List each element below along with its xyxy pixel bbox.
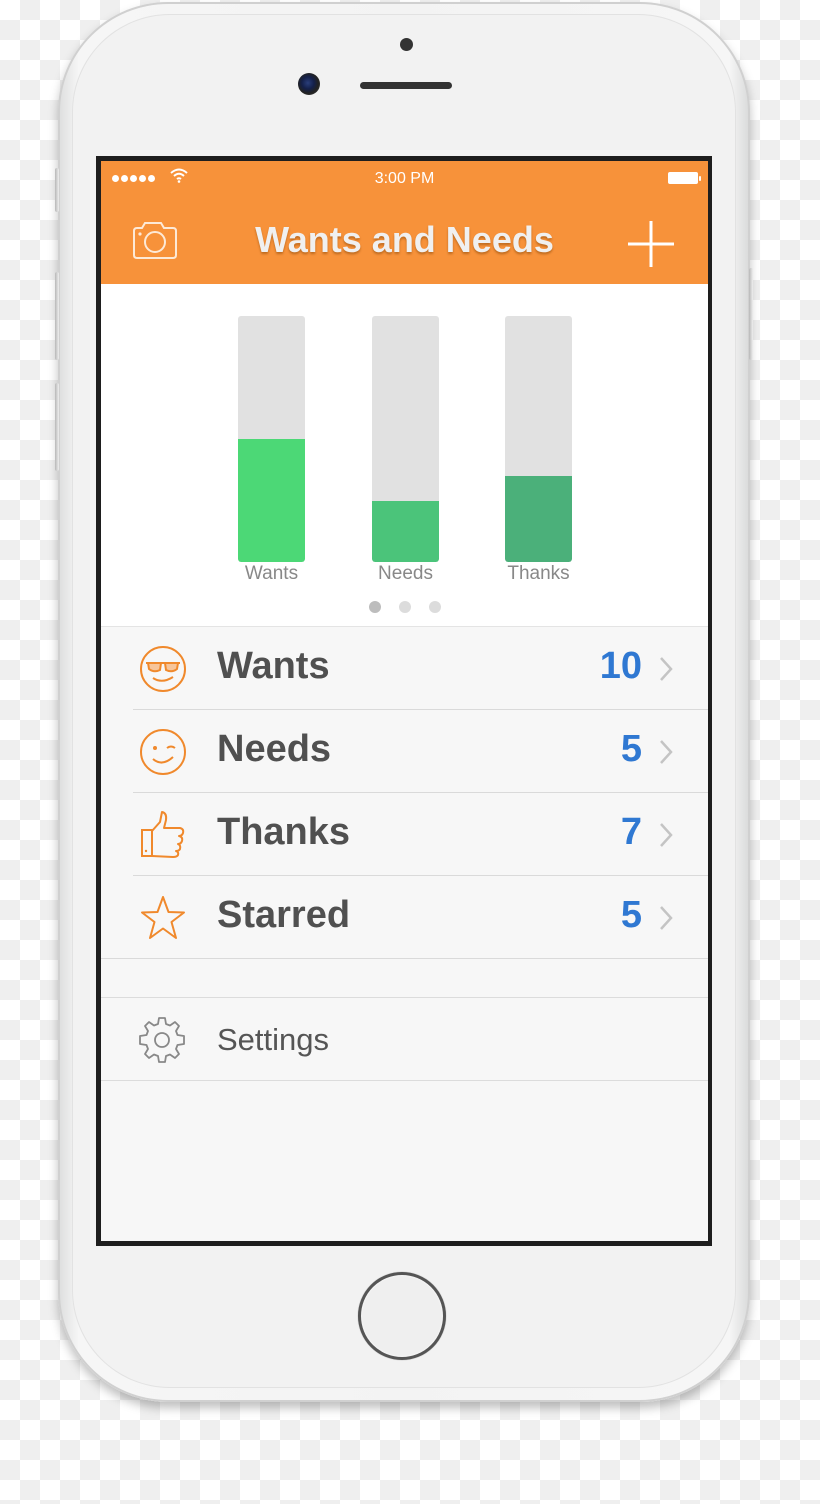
section-spacer [101, 959, 708, 998]
list-item-wants[interactable]: Wants 10 [101, 627, 708, 710]
settings-item[interactable]: Settings [101, 998, 708, 1081]
winking-smiley-icon [140, 729, 186, 775]
chevron-right-icon [660, 740, 673, 764]
screen: 3:00 PM Wants and Needs Wants Needs Than… [96, 156, 712, 1246]
app-display: 3:00 PM Wants and Needs Wants Needs Than… [101, 161, 708, 1241]
page-dot-3[interactable] [428, 601, 441, 613]
list-item-starred[interactable]: Starred 5 [101, 876, 708, 959]
volume-down-button [55, 383, 59, 471]
bar-label-thanks: Thanks [507, 563, 570, 584]
list-item-label: Thanks [217, 811, 351, 853]
list-item-count: 7 [620, 811, 642, 853]
page-indicator[interactable] [101, 601, 708, 613]
chart-bar-wants: Wants [238, 316, 305, 585]
home-button[interactable] [358, 1272, 446, 1360]
mute-switch [55, 168, 59, 212]
list-item-label: Needs [217, 728, 332, 770]
chevron-right-icon [660, 823, 673, 847]
chevron-right-icon [660, 906, 673, 930]
status-bar: 3:00 PM [101, 161, 708, 197]
list-item-thanks[interactable]: Thanks 7 [101, 793, 708, 876]
list-item-needs[interactable]: Needs 5 [101, 710, 708, 793]
proximity-sensor [400, 38, 413, 51]
bar-track [505, 316, 572, 562]
bar-label-needs: Needs [378, 563, 433, 584]
star-icon [141, 896, 185, 939]
bar-fill-wants [238, 439, 305, 562]
chevron-right-icon [660, 657, 673, 681]
bar-label-wants: Wants [244, 563, 299, 584]
page-dot-1[interactable] [368, 601, 381, 613]
front-camera [298, 73, 320, 95]
settings-label: Settings [217, 1022, 330, 1057]
list-item-count: 5 [620, 728, 642, 770]
earpiece-speaker [360, 82, 452, 89]
volume-up-button [55, 272, 59, 360]
list-item-label: Starred [217, 894, 351, 936]
list-item-count: 5 [620, 894, 642, 936]
battery-icon [668, 172, 701, 184]
list-item-label: Wants [217, 645, 330, 687]
sunglasses-smiley-icon [140, 646, 186, 692]
chart-bar-needs: Needs [372, 316, 439, 585]
bar-fill-thanks [505, 475, 572, 562]
list-item-count: 10 [599, 645, 642, 687]
navigation-bar: 3:00 PM Wants and Needs [101, 161, 708, 284]
power-button [749, 268, 753, 360]
summary-chart[interactable]: Wants Needs Thanks [101, 284, 708, 626]
plus-icon [628, 221, 674, 267]
bar-track [372, 316, 439, 562]
gear-icon [139, 1017, 185, 1063]
category-list: Wants 10 Needs 5 Thanks 7 Starred 5 [101, 626, 708, 959]
page-title: Wants and Needs [255, 219, 554, 260]
status-time: 3:00 PM [374, 170, 435, 187]
thumbs-up-icon [141, 811, 185, 858]
page-dot-2[interactable] [398, 601, 411, 613]
bar-track [238, 316, 305, 562]
add-button[interactable] [626, 219, 676, 269]
bar-fill-needs [372, 500, 439, 562]
chart-bar-thanks: Thanks [505, 316, 572, 585]
